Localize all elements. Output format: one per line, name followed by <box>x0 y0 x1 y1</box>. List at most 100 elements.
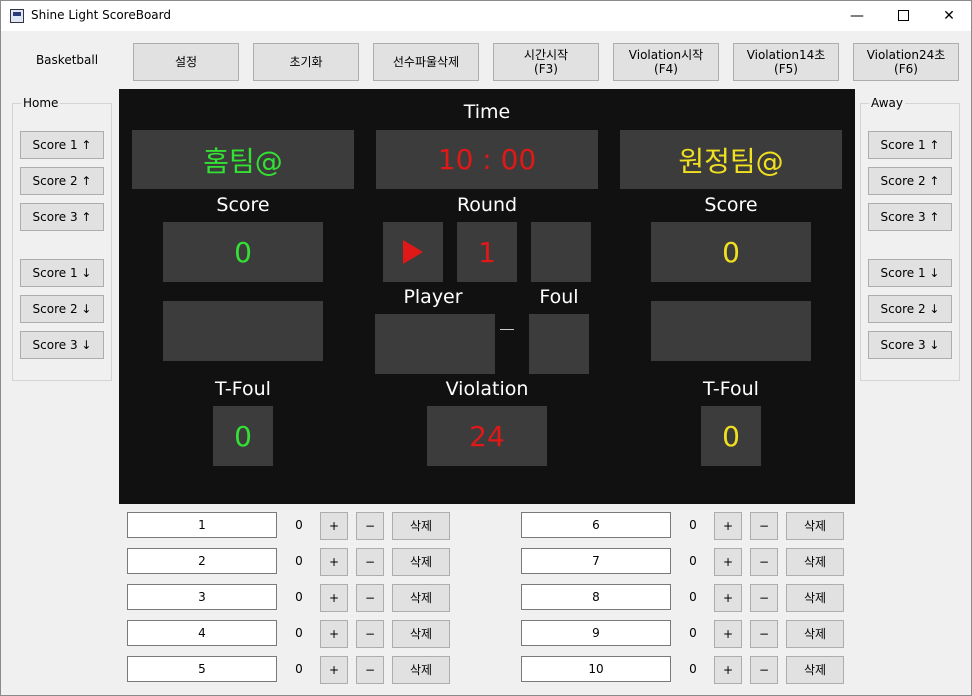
away-score-2-up-button[interactable]: Score 2 ↑ <box>868 167 952 195</box>
violation-14-shortcut: (F5) <box>774 62 798 76</box>
violation-14-button[interactable]: Violation14초 (F5) <box>733 43 839 81</box>
away-score-label: Score <box>704 194 758 216</box>
player-foul-count: 0 <box>295 590 303 604</box>
home-score-3-down-button[interactable]: Score 3 ↓ <box>20 331 104 359</box>
clear-player-fouls-button[interactable]: 선수파울삭제 <box>373 43 479 81</box>
play-arrow-icon <box>403 240 423 264</box>
player-name-field[interactable]: 3 <box>127 584 277 610</box>
player-foul-plus-button[interactable]: + <box>714 620 742 648</box>
violation-start-label: Violation시작 <box>628 48 704 62</box>
player-foul-minus-button[interactable]: − <box>750 656 778 684</box>
player-foul-plus-button[interactable]: + <box>714 512 742 540</box>
violation-24-shortcut: (F6) <box>894 62 918 76</box>
player-foul-minus-button[interactable]: − <box>356 584 384 612</box>
player-delete-button[interactable]: 삭제 <box>392 512 450 540</box>
away-tfoul-value: 0 <box>701 406 761 466</box>
player-foul-plus-button[interactable]: + <box>714 584 742 612</box>
settings-button-label: 설정 <box>174 55 198 69</box>
player-delete-button[interactable]: 삭제 <box>786 584 844 612</box>
player-delete-button[interactable]: 삭제 <box>392 656 450 684</box>
player-foul-count: 0 <box>689 518 697 532</box>
away-score-1-up-button[interactable]: Score 1 ↑ <box>868 131 952 159</box>
player-delete-button[interactable]: 삭제 <box>392 620 450 648</box>
player-delete-button[interactable]: 삭제 <box>392 548 450 576</box>
player-foul-plus-button[interactable]: + <box>320 656 348 684</box>
player-name-field[interactable]: 1 <box>127 512 277 538</box>
player-delete-button[interactable]: 삭제 <box>786 512 844 540</box>
player-name-field[interactable]: 9 <box>521 620 671 646</box>
time-start-shortcut: (F3) <box>534 62 558 76</box>
player-delete-button[interactable]: 삭제 <box>786 620 844 648</box>
player-foul-plus-button[interactable]: + <box>320 620 348 648</box>
player-foul-minus-button[interactable]: − <box>356 656 384 684</box>
player-number-box <box>375 314 495 374</box>
player-foul-count: 0 <box>295 554 303 568</box>
time-start-button[interactable]: 시간시작 (F3) <box>493 43 599 81</box>
home-score-value: 0 <box>163 222 323 282</box>
home-score-1-up-button[interactable]: Score 1 ↑ <box>20 131 104 159</box>
player-foul-minus-button[interactable]: − <box>750 620 778 648</box>
violation-label: Violation <box>445 378 529 400</box>
player-foul-minus-button[interactable]: − <box>750 512 778 540</box>
player-name-field[interactable]: 7 <box>521 548 671 574</box>
away-score-3-up-button[interactable]: Score 3 ↑ <box>868 203 952 231</box>
player-foul-count: 0 <box>295 518 303 532</box>
settings-button[interactable]: 설정 <box>133 43 239 81</box>
round-value: 1 <box>457 222 517 282</box>
home-score-1-down-button[interactable]: Score 1 ↓ <box>20 259 104 287</box>
player-foul-plus-button[interactable]: + <box>714 656 742 684</box>
home-score-3-up-button[interactable]: Score 3 ↑ <box>20 203 104 231</box>
away-team-name: 원정팀@ <box>620 130 842 189</box>
player-foul-minus-button[interactable]: − <box>750 548 778 576</box>
player-name-field[interactable]: 4 <box>127 620 277 646</box>
player-name-field[interactable]: 8 <box>521 584 671 610</box>
violation-value: 24 <box>427 406 547 466</box>
player-foul-separator <box>500 329 514 330</box>
home-panel-title: Home <box>21 96 61 110</box>
player-name-field[interactable]: 6 <box>521 512 671 538</box>
violation-start-shortcut: (F4) <box>654 62 678 76</box>
player-foul-minus-button[interactable]: − <box>356 620 384 648</box>
home-score-2-up-button[interactable]: Score 2 ↑ <box>20 167 104 195</box>
player-name-field[interactable]: 2 <box>127 548 277 574</box>
away-panel-title: Away <box>869 96 905 110</box>
player-delete-button[interactable]: 삭제 <box>786 548 844 576</box>
player-label: Player <box>403 286 463 308</box>
away-score-3-down-button[interactable]: Score 3 ↓ <box>868 331 952 359</box>
player-foul-count: 0 <box>689 554 697 568</box>
player-foul-plus-button[interactable]: + <box>320 548 348 576</box>
player-foul-minus-button[interactable]: − <box>356 548 384 576</box>
player-foul-count: 0 <box>295 626 303 640</box>
player-foul-count: 0 <box>689 662 697 676</box>
maximize-icon <box>897 9 909 21</box>
maximize-button[interactable] <box>880 1 926 31</box>
away-score-1-down-button[interactable]: Score 1 ↓ <box>868 259 952 287</box>
home-team-name: 홈팀@ <box>132 130 354 189</box>
player-foul-minus-button[interactable]: − <box>750 584 778 612</box>
violation-start-button[interactable]: Violation시작 (F4) <box>613 43 719 81</box>
away-score-2-down-button[interactable]: Score 2 ↓ <box>868 295 952 323</box>
window-title: Shine Light ScoreBoard <box>31 8 171 22</box>
home-extra-box <box>163 301 323 361</box>
player-foul-box <box>529 314 589 374</box>
app-icon <box>10 9 24 23</box>
player-name-field[interactable]: 5 <box>127 656 277 682</box>
player-name-field[interactable]: 10 <box>521 656 671 682</box>
away-tfoul-label: T-Foul <box>703 378 759 400</box>
time-label: Time <box>463 101 511 123</box>
app-window: Shine Light ScoreBoard — ✕ Basketball 설정… <box>0 0 972 696</box>
player-delete-button[interactable]: 삭제 <box>786 656 844 684</box>
player-delete-button[interactable]: 삭제 <box>392 584 450 612</box>
violation-24-button[interactable]: Violation24초 (F6) <box>853 43 959 81</box>
home-score-2-down-button[interactable]: Score 2 ↓ <box>20 295 104 323</box>
player-foul-plus-button[interactable]: + <box>320 512 348 540</box>
minimize-button[interactable]: — <box>834 1 880 31</box>
player-foul-plus-button[interactable]: + <box>714 548 742 576</box>
reset-button[interactable]: 초기화 <box>253 43 359 81</box>
close-button[interactable]: ✕ <box>926 1 972 31</box>
possession-arrow <box>383 222 443 282</box>
scoreboard-display: Time 홈팀@ 10 : 00 원정팀@ Score Round Score … <box>119 89 855 504</box>
player-foul-minus-button[interactable]: − <box>356 512 384 540</box>
home-tfoul-label: T-Foul <box>215 378 271 400</box>
player-foul-plus-button[interactable]: + <box>320 584 348 612</box>
